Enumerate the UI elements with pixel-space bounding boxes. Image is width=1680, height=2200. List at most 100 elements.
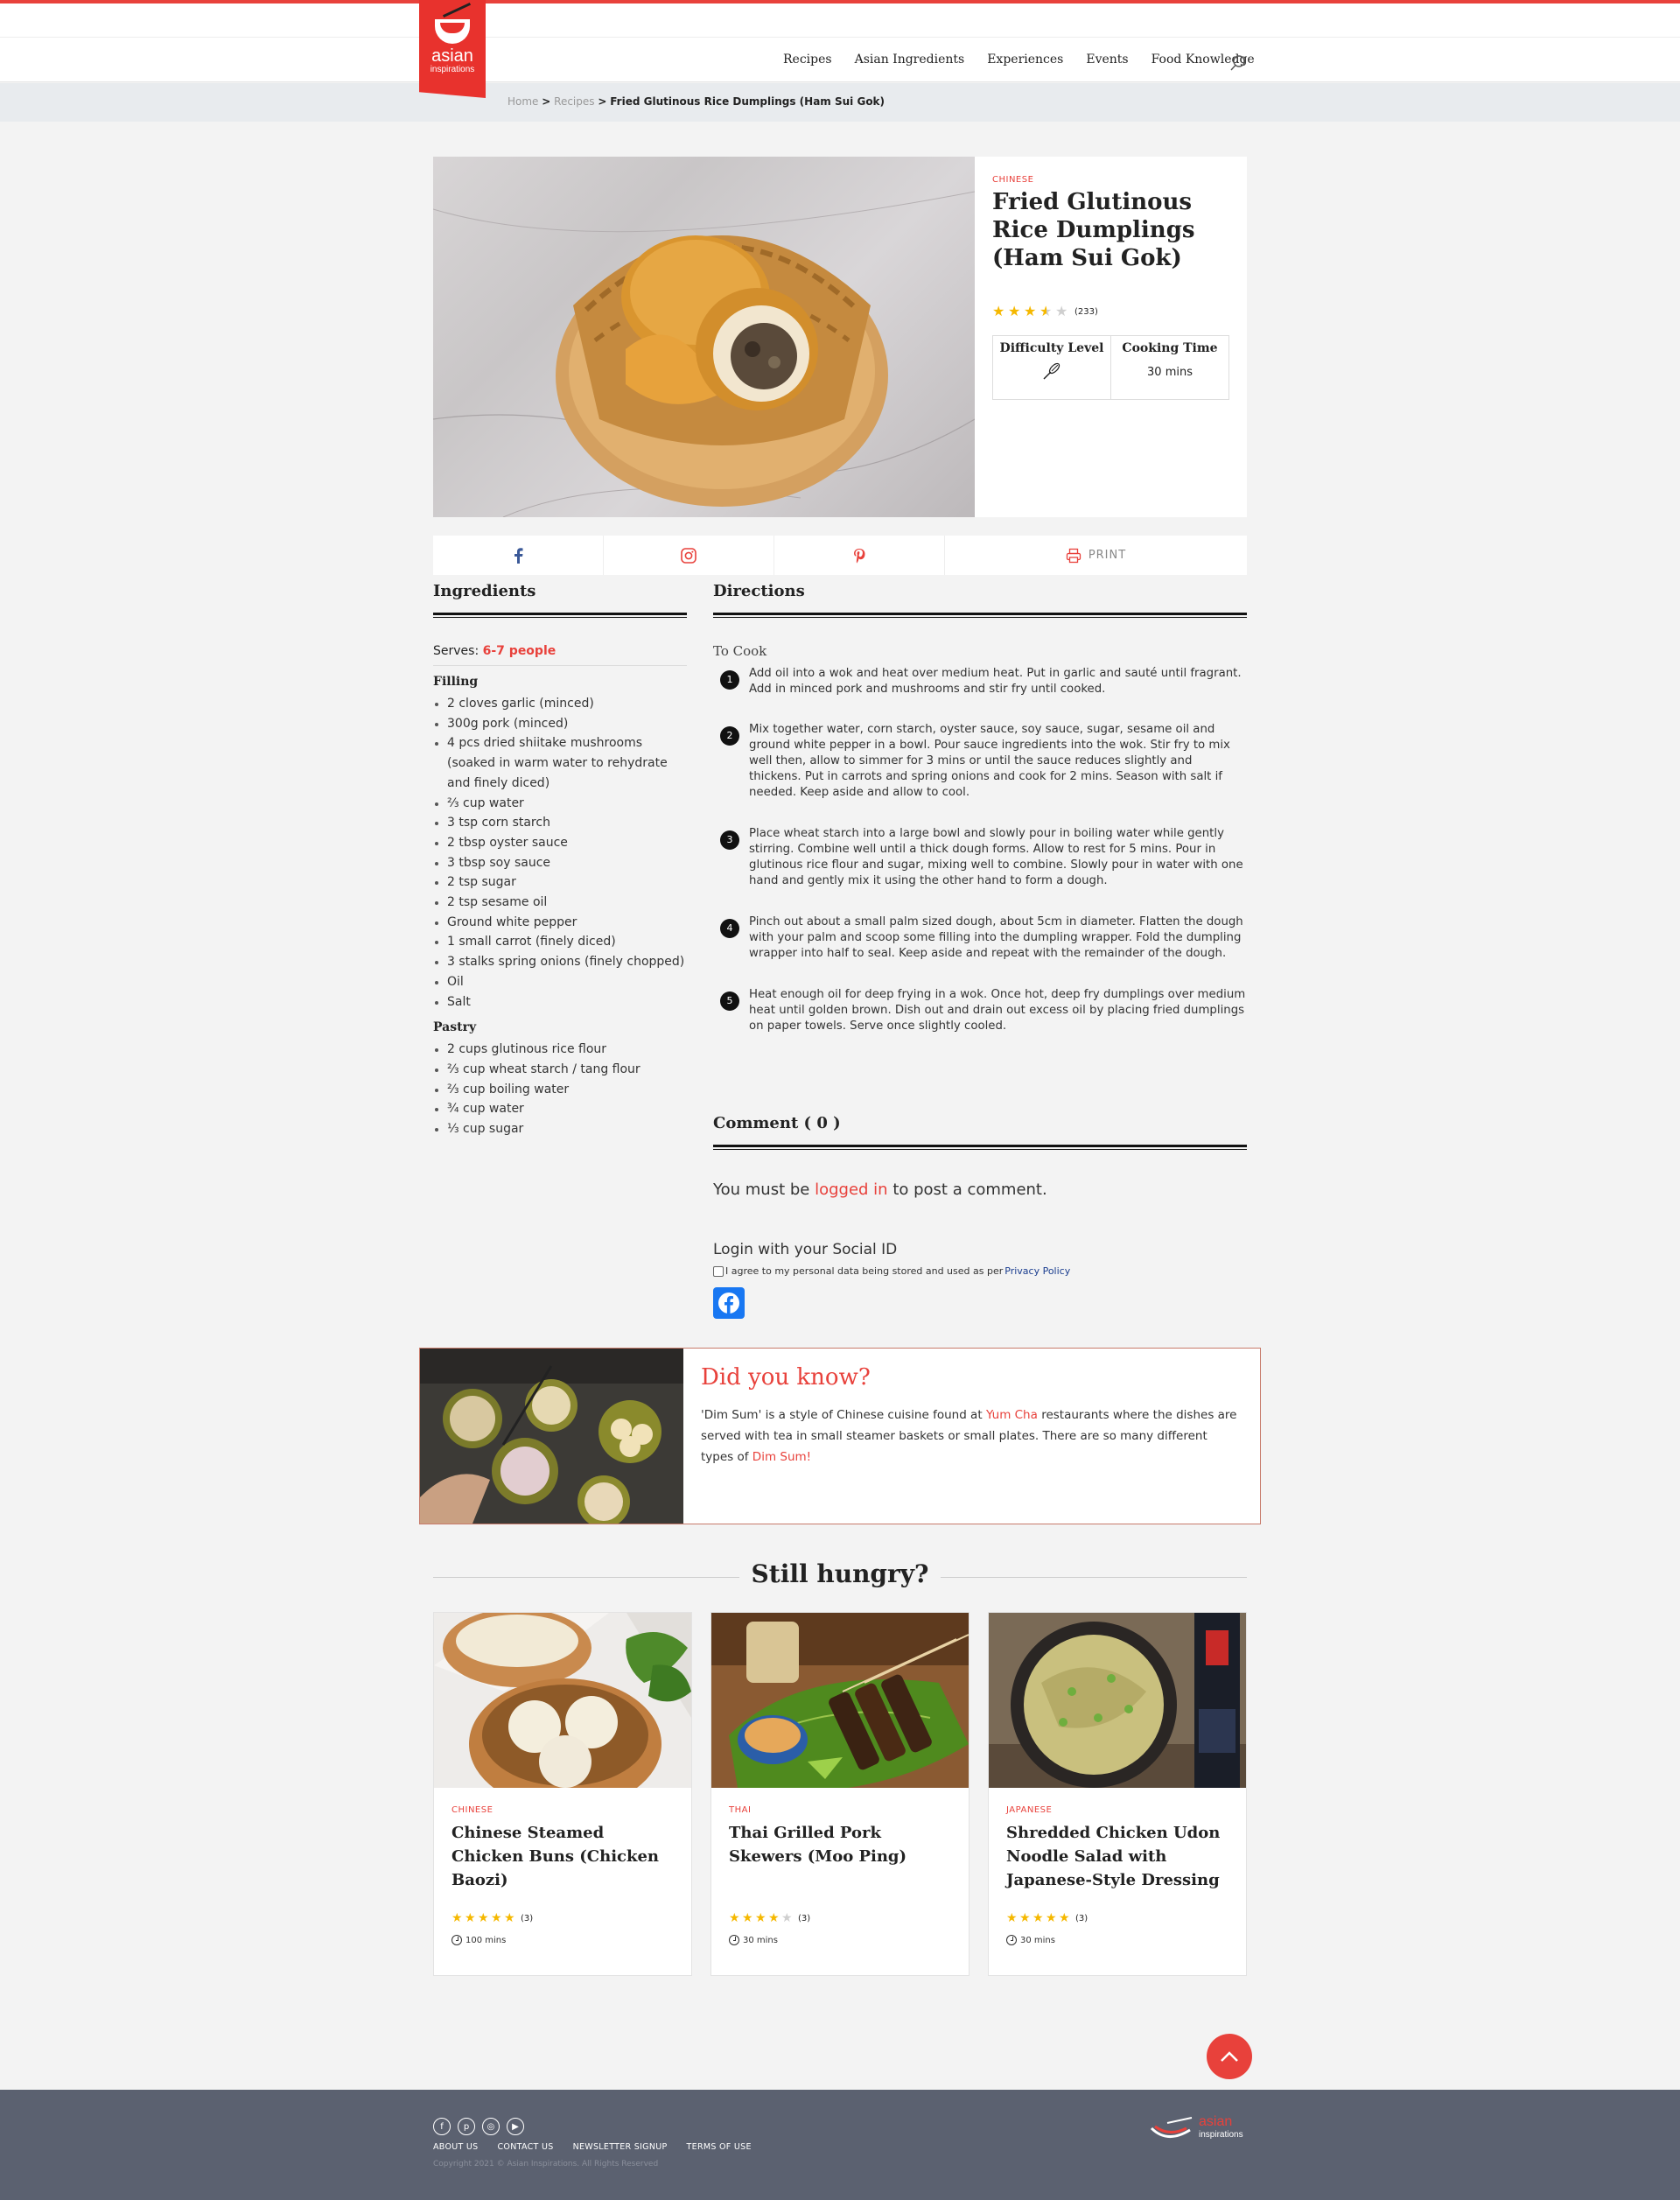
list-item: 3 tbsp soy sauce (433, 853, 687, 873)
direction-step: 4 Pinch out about a small palm sized dou… (713, 914, 1247, 962)
recipe-summary-card: CHINESE Fried Glutinous Rice Dumplings (… (975, 157, 1247, 517)
nav-asian-ingredients[interactable]: Asian Ingredients (855, 53, 965, 67)
pinterest-icon[interactable]: p (458, 2118, 475, 2135)
footer-logo[interactable]: asian inspirations (1150, 2114, 1248, 2146)
dim-sum-link[interactable]: Dim Sum! (752, 1450, 811, 1464)
clock-icon (729, 1935, 739, 1945)
serves-label: Serves: (433, 644, 480, 658)
nav-experiences[interactable]: Experiences (987, 53, 1063, 67)
list-item: 2 cloves garlic (minced) (433, 694, 687, 714)
step-number: 5 (720, 991, 739, 1011)
footer-logo-subtext: inspirations (1199, 2130, 1243, 2140)
footer-link-about[interactable]: ABOUT US (433, 2142, 479, 2152)
list-item: 3 tsp corn starch (433, 813, 687, 833)
card-title[interactable]: Shredded Chicken Udon Noodle Salad with … (1006, 1821, 1234, 1892)
list-item: 3 stalks spring onions (finely chopped) (433, 952, 687, 972)
dim-sum-image (420, 1349, 683, 1524)
social-login-title: Login with your Social ID (713, 1241, 898, 1258)
footer-link-terms[interactable]: TERMS OF USE (687, 2142, 752, 2152)
facebook-icon[interactable]: f (433, 2118, 451, 2135)
breadcrumb-bar: Home > Recipes > Fried Glutinous Rice Du… (0, 83, 1680, 122)
list-item: ⅔ cup boiling water (433, 1080, 687, 1100)
consent-text: I agree to my personal data being stored… (725, 1265, 1004, 1277)
recipe-card[interactable]: CHINESE Chinese Steamed Chicken Buns (Ch… (433, 1612, 692, 1976)
card-time: 100 mins (452, 1935, 506, 1945)
breadcrumb-separator: > (598, 95, 607, 108)
list-item: 2 tsp sugar (433, 872, 687, 893)
recipe-card[interactable]: JAPANESE Shredded Chicken Udon Noodle Sa… (988, 1612, 1247, 1976)
star-icon: ★ (1059, 1911, 1070, 1925)
breadcrumb-recipes[interactable]: Recipes (554, 95, 594, 108)
difficulty-label: Difficulty Level (999, 341, 1104, 355)
nav-recipes[interactable]: Recipes (783, 53, 832, 67)
list-item: ⅔ cup wheat starch / tang flour (433, 1060, 687, 1080)
logo-text: asian (431, 46, 473, 66)
list-item: 2 tbsp oyster sauce (433, 833, 687, 853)
share-instagram-button[interactable] (604, 536, 774, 575)
step-number: 1 (720, 670, 739, 690)
pinterest-icon (854, 548, 865, 563)
card-cuisine[interactable]: CHINESE (452, 1805, 493, 1815)
back-to-top-button[interactable] (1207, 2034, 1252, 2079)
privacy-policy-link[interactable]: Privacy Policy (1004, 1265, 1070, 1277)
card-rating: ★ ★ ★ ★ ★ (3) (1006, 1911, 1088, 1925)
star-half-icon: ★ (1040, 303, 1053, 319)
facebook-login-button[interactable] (713, 1287, 745, 1319)
yum-cha-link[interactable]: Yum Cha (986, 1408, 1038, 1422)
main-nav: Recipes Asian Ingredients Experiences Ev… (783, 53, 1255, 67)
directions-subtitle: To Cook (713, 643, 767, 659)
nav-events[interactable]: Events (1086, 53, 1128, 67)
instagram-icon[interactable]: ◎ (482, 2118, 500, 2135)
still-hungry-title: Still hungry? (751, 1559, 929, 1588)
section-divider (713, 613, 1247, 618)
share-facebook-button[interactable] (433, 536, 604, 575)
search-icon[interactable] (1229, 54, 1247, 72)
star-icon: ★ (1046, 1911, 1057, 1925)
breadcrumb-separator: > (542, 95, 551, 108)
direction-step: 5 Heat enough oil for deep frying in a w… (713, 987, 1247, 1034)
step-number: 4 (720, 919, 739, 938)
whisk-icon (1043, 362, 1060, 380)
list-item: 4 pcs dried shiitake mushrooms (soaked i… (433, 733, 687, 793)
footer-links: ABOUT US CONTACT US NEWSLETTER SIGNUP TE… (433, 2142, 752, 2152)
step-number: 2 (720, 726, 739, 746)
star-icon: ★ (1006, 1911, 1018, 1925)
card-title[interactable]: Chinese Steamed Chicken Buns (Chicken Ba… (452, 1821, 679, 1892)
recipe-cuisine[interactable]: CHINESE (992, 175, 1033, 185)
footer-link-contact[interactable]: CONTACT US (498, 2142, 554, 2152)
instagram-icon (681, 547, 696, 564)
breadcrumb-home[interactable]: Home (508, 95, 538, 108)
footer-link-newsletter[interactable]: NEWSLETTER SIGNUP (573, 2142, 668, 2152)
share-pinterest-button[interactable] (774, 536, 945, 575)
step-text: Heat enough oil for deep frying in a wok… (749, 988, 1246, 1033)
logged-in-link[interactable]: logged in (815, 1181, 888, 1199)
difficulty-stat: Difficulty Level (993, 336, 1110, 399)
list-item: Oil (433, 972, 687, 992)
card-cuisine[interactable]: THAI (729, 1805, 751, 1815)
header-divider (0, 37, 1680, 38)
youtube-icon[interactable]: ▶ (507, 2118, 524, 2135)
facebook-icon (718, 1293, 739, 1314)
star-icon: ★ (465, 1911, 476, 1925)
star-icon: ★ (478, 1911, 489, 1925)
serves-value: 6-7 people (482, 644, 556, 658)
did-you-know-text-part: 'Dim Sum' is a style of Chinese cuisine … (701, 1408, 983, 1422)
recipe-card[interactable]: THAI Thai Grilled Pork Skewers (Moo Ping… (710, 1612, 970, 1976)
recipe-hero-image (433, 157, 975, 517)
consent-checkbox[interactable] (713, 1265, 724, 1277)
card-cuisine[interactable]: JAPANESE (1006, 1805, 1052, 1815)
ingredients-section: Ingredients Serves: 6-7 people Filling 2… (433, 582, 687, 1139)
comments-title: Comment ( 0 ) (713, 1114, 841, 1132)
recipe-rating[interactable]: ★ ★ ★ ★ ★ (233) (992, 305, 1098, 319)
card-title[interactable]: Thai Grilled Pork Skewers (Moo Ping) (729, 1821, 956, 1868)
recipe-stats: Difficulty Level Cooking Time 30 mins (992, 335, 1229, 400)
directions-title: Directions (713, 582, 805, 600)
share-bar: PRINT (433, 536, 1247, 575)
print-button[interactable]: PRINT (945, 536, 1247, 575)
list-item: ¾ cup water (433, 1099, 687, 1119)
star-icon: ★ (1024, 303, 1037, 319)
list-item: 300g pork (minced) (433, 714, 687, 734)
list-item: 2 tsp sesame oil (433, 893, 687, 913)
did-you-know-title: Did you know? (701, 1364, 871, 1391)
site-logo[interactable]: asian inspirations (419, 0, 486, 98)
